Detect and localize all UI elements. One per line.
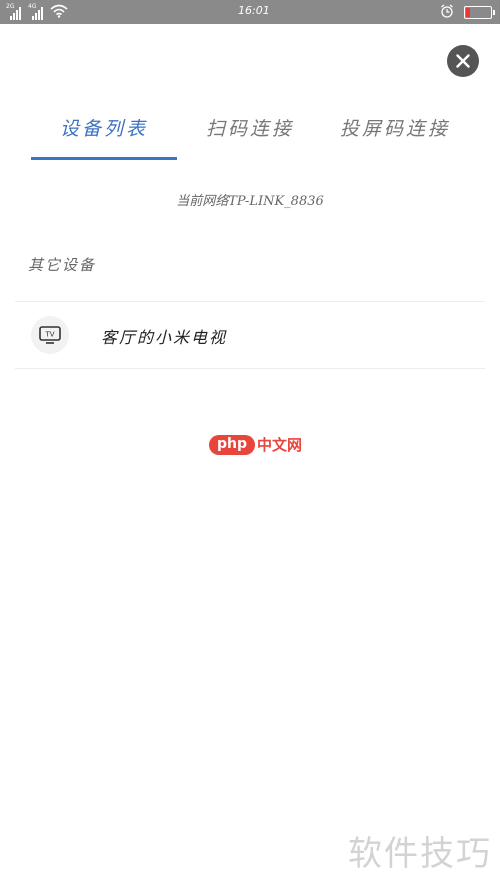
status-left: 2G 4G [6,3,68,21]
php-logo: php 中文网 [209,434,302,455]
section-title-other-devices: 其它设备 [28,256,97,274]
battery-fill [466,7,470,17]
status-bar: 2G 4G 16:01 [0,0,500,24]
signal-icon-2: 4G [28,3,46,20]
current-network: 当前网络TP-LINK_8836 [176,194,324,209]
wifi-icon [50,3,68,22]
active-tab-indicator [31,157,177,160]
alarm-icon [440,3,454,22]
tab-cast-code-connect[interactable]: 投屏码连接 [340,114,450,141]
php-logo-text: 中文网 [257,436,303,454]
battery-icon [464,5,495,19]
tab-device-list[interactable]: 设备列表 [60,114,148,141]
tab-scan-connect[interactable]: 扫码连接 [206,114,294,141]
watermark: 软件技巧 [348,834,492,874]
status-right [440,3,495,22]
php-logo-pill: php [209,434,256,455]
device-name: 客厅的小米电视 [101,328,228,347]
status-time: 16:01 [238,4,270,17]
signal-icon: 2G [6,3,24,20]
divider [15,368,485,369]
close-button[interactable] [447,45,479,77]
tv-icon-label: TV [44,331,54,339]
close-icon [456,54,470,68]
device-row[interactable]: TV 客厅的小米电视 [15,302,485,368]
tab-bar: 设备列表 扫码连接 投屏码连接 [0,100,500,160]
tv-icon: TV [31,316,69,354]
